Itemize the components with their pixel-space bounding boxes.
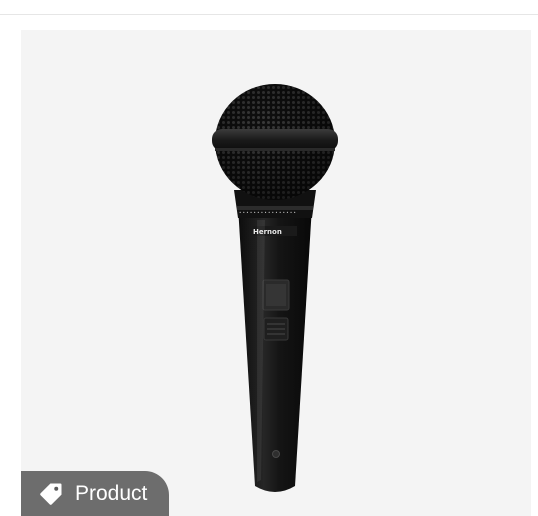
badge-label: Product [75,482,148,505]
product-badge[interactable]: Product [21,471,170,516]
top-divider [0,14,538,15]
tag-icon [40,483,62,505]
microphone-image: • • • • • • • • • • • • • • • • Hernon [212,84,338,492]
product-image-card[interactable]: • • • • • • • • • • • • • • • • Hernon [21,30,531,516]
svg-text:• • • • • • • • • • • • • • •: • • • • • • • • • • • • • • • • [239,210,296,215]
